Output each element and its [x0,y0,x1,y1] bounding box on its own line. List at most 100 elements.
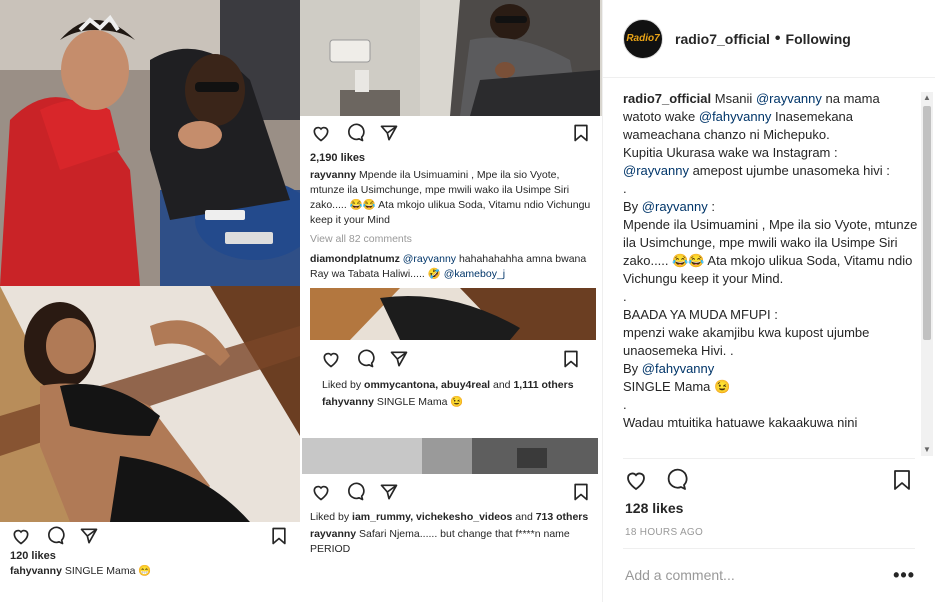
mention-link[interactable]: @rayvanny [623,163,689,178]
comment-icon[interactable] [354,348,376,370]
comment-icon[interactable] [344,122,366,144]
caption-comments-area[interactable]: radio7_official Msanii @rayvanny na mama… [623,90,919,456]
liked-by-count[interactable]: 1,111 others [513,379,573,391]
scroll-up-icon[interactable]: ▲ [921,92,933,104]
caption-text: Msanii [711,91,756,106]
right-post-2-footer: Liked by ommycantona, abuy4real and 1,11… [300,342,602,436]
right-post-2-actions [300,342,602,376]
right-post-1-footer: 2,190 likes rayvanny Mpende ila Usimuami… [300,116,602,288]
liked-by-users[interactable]: iam_rummy, vichekesho_videos [352,511,512,523]
comment-icon[interactable] [44,525,66,547]
bookmark-icon[interactable] [268,525,290,547]
caption-block: radio7_official Msanii @rayvanny na mama… [623,90,919,144]
panel-actions [623,466,915,494]
photo-grey-strip [302,438,598,474]
photo-woman-black-dress [0,286,300,522]
caption-text: : [707,199,715,214]
bookmark-icon[interactable] [560,348,582,370]
right-post-1-comment: diamondplatnumz @rayvanny hahahahahha am… [300,250,602,282]
liked-by-users[interactable]: ommycantona, abuy4real [364,379,490,391]
caption-line: BAADA YA MUDA MFUPI : [623,307,778,322]
heart-icon[interactable] [310,481,332,503]
caption-block: By @rayvanny : [623,198,919,216]
post-header: Radio7 radio7_official • Following [603,0,935,78]
comments-scrollbar[interactable]: ▲ ▼ [921,92,933,456]
mention-link[interactable]: @fahyvanny [699,109,771,124]
comment-icon[interactable] [663,467,689,493]
divider [623,548,915,549]
more-icon[interactable]: ••• [893,565,915,586]
caption-block: By @fahyvanny [623,360,919,378]
caption-line: SINGLE Mama 😉 [623,379,731,394]
right-post-3-liked-by: Liked by iam_rummy, vichekesho_videos an… [300,508,602,525]
bookmark-icon[interactable] [889,467,915,493]
caption-username[interactable]: rayvanny [310,169,356,181]
header-username[interactable]: radio7_official [675,31,770,47]
caption-line: Wadau mtuitika hatuawe kakaakuwa nini [623,415,858,430]
avatar[interactable]: Radio7 [623,18,663,59]
caption-line: mpenzi wake akamjibu kwa kupost ujumbe u… [623,325,870,358]
add-comment-row: Add a comment... ••• [625,563,915,587]
caption-username[interactable]: radio7_official [623,91,711,106]
comment-mention[interactable]: @kameboy_j [444,268,505,280]
caption-line: . [623,181,627,196]
caption-line: Kupitia Ukurasa wake wa Instagram : [623,145,838,160]
scroll-down-icon[interactable]: ▼ [921,444,933,456]
caption-line: . [623,289,627,304]
add-comment-input[interactable]: Add a comment... [625,567,893,583]
comment-username[interactable]: diamondplatnumz [310,253,400,265]
post-side-panel: Radio7 radio7_official • Following radio… [602,0,935,602]
photo-man-sitting [300,0,602,116]
caption-block: @rayvanny amepost ujumbe unasomeka hivi … [623,162,919,180]
right-post-1-caption: rayvanny Mpende ila Usimuamini , Mpe ila… [300,166,602,228]
left-post-likes[interactable]: 120 likes [0,550,300,562]
heart-icon[interactable] [320,348,342,370]
caption-username[interactable]: rayvanny [310,528,356,540]
photo-woman-strip [310,288,596,340]
liked-by-count[interactable]: 713 others [536,511,589,523]
avatar-logo-text: Radio7 [626,33,660,44]
liked-by-prefix: Liked by [322,379,365,391]
heart-icon[interactable] [310,122,332,144]
share-icon[interactable] [378,122,400,144]
mention-link[interactable]: @fahyvanny [642,361,714,376]
caption-text: SINGLE Mama 😁 [61,565,152,577]
liked-by-and: and [490,379,514,391]
view-all-comments-link[interactable]: View all 82 comments [300,230,602,247]
right-post-3-caption: rayvanny Safari Njema...... but change t… [300,525,602,557]
bookmark-icon[interactable] [570,481,592,503]
scrollbar-thumb[interactable] [923,106,931,340]
caption-line: Mpende ila Usimuamini , Mpe ila sio Vyot… [623,217,918,286]
heart-icon[interactable] [10,525,32,547]
share-icon[interactable] [78,525,100,547]
caption-text: amepost ujumbe unasomeka hivi : [688,163,890,178]
left-post-actions [0,522,300,550]
bookmark-icon[interactable] [570,122,592,144]
caption-text: By [623,199,642,214]
right-post-1-likes[interactable]: 2,190 likes [300,152,602,164]
liked-by-and: and [512,511,536,523]
header-dot: • [774,29,781,47]
post-image[interactable]: 120 likes fahyvanny SINGLE Mama 😁 2,190 … [0,0,602,602]
collage-left-column: 120 likes fahyvanny SINGLE Mama 😁 [0,0,300,602]
following-button[interactable]: Following [786,31,851,47]
likes-count[interactable]: 128 likes [625,500,683,516]
caption-username[interactable]: fahyvanny [322,396,374,408]
caption-username[interactable]: fahyvanny [10,565,62,577]
collage-right-column: 2,190 likes rayvanny Mpende ila Usimuami… [300,0,602,602]
share-icon[interactable] [388,348,410,370]
left-post-footer: 120 likes fahyvanny SINGLE Mama 😁 [0,522,300,602]
right-post-1-actions [300,116,602,150]
caption-text: By [623,361,642,376]
divider [623,458,915,459]
mention-link[interactable]: @rayvanny [642,199,708,214]
mention-link[interactable]: @rayvanny [756,91,822,106]
heart-icon[interactable] [623,467,649,493]
share-icon[interactable] [378,481,400,503]
left-post-caption: fahyvanny SINGLE Mama 😁 [0,562,300,579]
caption-line: . [623,397,627,412]
comment-mention[interactable]: @rayvanny [403,253,456,265]
photo-couple [0,0,300,286]
right-post-3-actions [300,476,602,508]
comment-icon[interactable] [344,481,366,503]
